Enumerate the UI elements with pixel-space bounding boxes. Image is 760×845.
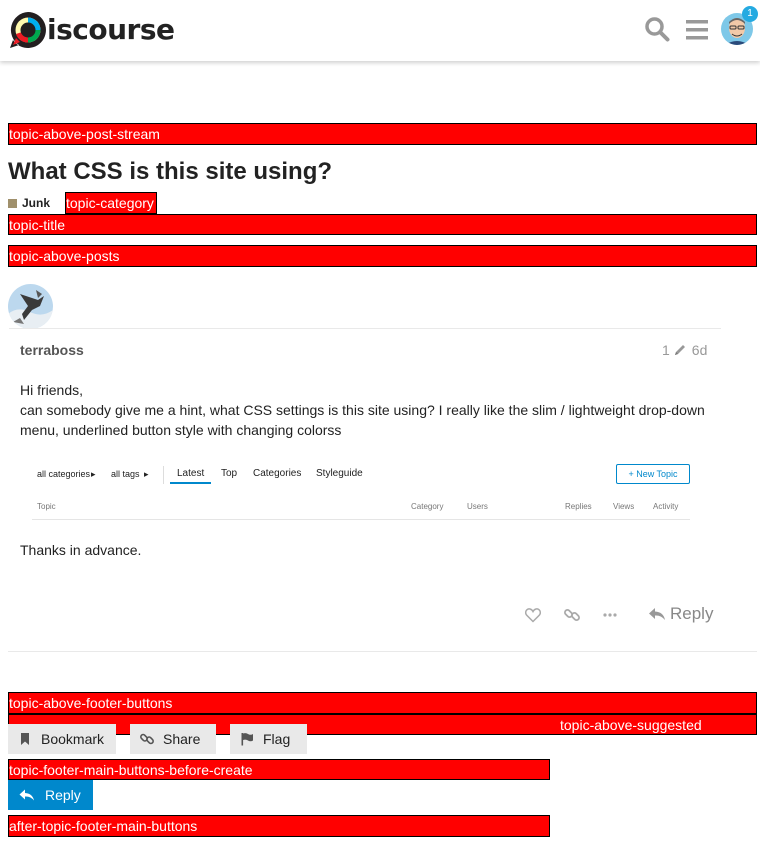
embed-separator <box>163 466 164 484</box>
embed-new-topic: + New Topic <box>616 464 690 484</box>
heart-icon[interactable] <box>524 606 542 624</box>
chevron-right-icon: ▸ <box>144 469 149 479</box>
embed-active-underline <box>170 482 211 484</box>
embed-col-views: Views <box>613 502 635 511</box>
link-icon[interactable] <box>563 606 581 624</box>
share-label: Share <box>163 731 201 747</box>
discourse-logo-icon <box>10 12 46 48</box>
post-age[interactable]: 6d <box>692 342 708 358</box>
embed-col-replies: Replies <box>565 502 592 511</box>
embed-col-activity: Activity <box>653 502 679 511</box>
topic-title[interactable]: What CSS is this site using? <box>8 158 332 186</box>
flag-icon <box>241 733 253 746</box>
bookmark-label: Bookmark <box>41 731 105 747</box>
post-reply-button[interactable]: Reply <box>648 604 713 624</box>
notification-badge[interactable]: 1 <box>742 6 758 22</box>
post-divider <box>9 328 721 329</box>
discourse-logo[interactable]: iscourse <box>8 9 175 51</box>
embed-nav-categories: Categories <box>253 468 302 479</box>
hamburger-menu-icon[interactable] <box>684 17 710 43</box>
reply-arrow-icon <box>19 789 34 801</box>
bookmark-icon <box>21 733 29 745</box>
post-username[interactable]: terraboss <box>20 342 84 358</box>
outlet-topic-above-footer-buttons: topic-above-footer-buttons <box>8 692 757 714</box>
pencil-icon[interactable] <box>673 343 687 357</box>
topic-footer-divider <box>8 651 757 652</box>
category-badge[interactable]: Junk <box>8 196 50 210</box>
outlet-topic-title: topic-title <box>8 214 757 235</box>
share-button[interactable]: Share <box>130 724 216 754</box>
topic-reply-button[interactable]: Reply <box>8 780 93 810</box>
more-options-icon[interactable] <box>601 606 619 624</box>
reply-arrow-icon <box>649 608 665 620</box>
edit-count[interactable]: 1 <box>662 342 670 358</box>
embedded-screenshot-image[interactable]: all categories ▸ all tags ▸ Latest Top C… <box>32 460 694 522</box>
category-name: Junk <box>22 196 51 210</box>
embed-col-users: Users <box>467 502 488 511</box>
embed-all-categories: all categories <box>37 469 91 479</box>
search-icon[interactable] <box>644 16 670 42</box>
embed-nav-top: Top <box>221 468 238 479</box>
outlet-topic-above-posts: topic-above-posts <box>8 245 757 267</box>
outlet-topic-category: topic-category <box>65 192 157 214</box>
post-reply-label: Reply <box>670 604 714 623</box>
flag-button[interactable]: Flag <box>230 724 307 754</box>
post-closing: Thanks in advance. <box>20 542 142 558</box>
category-color-square <box>8 198 17 208</box>
site-header: iscourse 1 <box>0 0 760 61</box>
bookmark-button[interactable]: Bookmark <box>8 724 116 754</box>
link-icon <box>140 733 154 745</box>
post-author-avatar[interactable] <box>8 284 53 329</box>
embed-col-category: Category <box>411 502 444 511</box>
post-meta: 1 6d <box>662 342 707 358</box>
outlet-after-topic-footer-main-buttons: after-topic-footer-main-buttons <box>8 815 550 837</box>
outlet-topic-above-suggested: topic-above-suggested <box>8 714 757 735</box>
chevron-right-icon: ▸ <box>91 469 96 479</box>
embed-header-rule <box>32 519 690 520</box>
embed-nav-latest: Latest <box>177 468 205 479</box>
logo-text: iscourse <box>47 12 175 46</box>
outlet-topic-footer-main-buttons-before-create: topic-footer-main-buttons-before-create <box>8 759 550 780</box>
topic-reply-label: Reply <box>45 787 81 803</box>
flag-label: Flag <box>263 731 291 747</box>
post-line: Hi friends, <box>20 382 84 398</box>
outlet-topic-above-post-stream: topic-above-post-stream <box>8 123 757 145</box>
post-line: can somebody give me a hint, what CSS se… <box>20 402 705 438</box>
embed-nav-styleguide: Styleguide <box>316 468 363 479</box>
post-body: Hi friends, can somebody give me a hint,… <box>20 380 720 440</box>
embed-col-topic: Topic <box>37 502 56 511</box>
embed-all-tags: all tags <box>111 469 140 479</box>
